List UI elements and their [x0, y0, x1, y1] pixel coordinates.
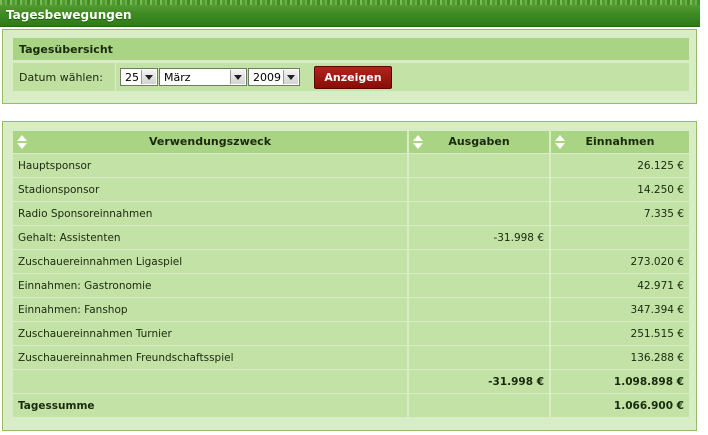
table-row: Radio Sponsoreinnahmen 7.335 € — [13, 201, 689, 226]
totals-income-cell: 1.098.898 € — [550, 369, 689, 394]
chevron-down-icon[interactable] — [230, 70, 245, 84]
purpose-cell: Stadionsponsor — [13, 177, 409, 202]
overview-panel-header: Tagesübersicht — [13, 38, 689, 60]
expenses-cell — [408, 201, 551, 226]
day-sum-label: Tagessumme — [13, 393, 409, 417]
date-select-row: Datum wählen: 25 März 2009 Anzeigen — [13, 63, 689, 91]
chevron-down-icon[interactable] — [283, 70, 298, 84]
date-label: Datum wählen: — [19, 71, 103, 84]
table-header-row: Verwendungszweck Ausgaben Einnahmen — [13, 131, 689, 154]
year-select-value: 2009 — [253, 71, 281, 84]
income-cell: 273.020 € — [550, 249, 689, 274]
month-select-value: März — [164, 71, 191, 84]
totals-expenses-cell: -31.998 € — [408, 369, 551, 394]
income-cell: 347.394 € — [550, 297, 689, 322]
day-sum-expenses-cell — [408, 393, 551, 417]
chevron-down-icon[interactable] — [141, 70, 156, 84]
purpose-cell: Zuschauereinnahmen Ligaspiel — [13, 249, 409, 274]
column-header-label: Ausgaben — [448, 135, 510, 148]
year-select[interactable]: 2009 — [248, 68, 300, 86]
table-row: Gehalt: Assistenten -31.998 € — [13, 225, 689, 250]
table-row: Zuschauereinnahmen Freundschaftsspiel 13… — [13, 345, 689, 370]
purpose-cell: Hauptsponsor — [13, 153, 409, 178]
day-select[interactable]: 25 — [120, 68, 158, 86]
column-header-expenses[interactable]: Ausgaben — [408, 131, 551, 154]
column-header-purpose[interactable]: Verwendungszweck — [13, 131, 409, 154]
income-cell: 7.335 € — [550, 201, 689, 226]
purpose-cell: Einnahmen: Fanshop — [13, 297, 409, 322]
show-button[interactable]: Anzeigen — [314, 66, 392, 89]
column-header-label: Verwendungszweck — [148, 135, 272, 148]
purpose-cell: Zuschauereinnahmen Freundschaftsspiel — [13, 345, 409, 370]
income-cell: 251.515 € — [550, 321, 689, 346]
income-cell: 14.250 € — [550, 177, 689, 202]
totals-purpose-cell — [13, 369, 409, 394]
expenses-cell — [408, 297, 551, 322]
column-header-label: Einnahmen — [585, 135, 655, 148]
expenses-cell: -31.998 € — [408, 225, 551, 250]
purpose-cell: Gehalt: Assistenten — [13, 225, 409, 250]
transactions-panel: Verwendungszweck Ausgaben Einnahmen Haup… — [2, 121, 697, 431]
expenses-cell — [408, 345, 551, 370]
table-row: Hauptsponsor 26.125 € — [13, 153, 689, 178]
table-row: Einnahmen: Gastronomie 42.971 € — [13, 273, 689, 298]
expenses-cell — [408, 249, 551, 274]
sort-icon[interactable] — [413, 134, 423, 150]
table-row: Einnahmen: Fanshop 347.394 € — [13, 297, 689, 322]
sort-icon[interactable] — [17, 134, 27, 150]
sort-icon[interactable] — [555, 134, 565, 150]
income-cell: 26.125 € — [550, 153, 689, 178]
page-edge — [700, 0, 708, 435]
expenses-cell — [408, 177, 551, 202]
header-bar: Tagesbewegungen — [0, 0, 700, 27]
day-sum-row: Tagessumme 1.066.900 € — [13, 393, 689, 417]
column-header-income[interactable]: Einnahmen — [550, 131, 689, 154]
page-title: Tagesbewegungen — [6, 8, 132, 22]
income-cell — [550, 225, 689, 250]
income-cell: 136.288 € — [550, 345, 689, 370]
month-select[interactable]: März — [159, 68, 247, 86]
day-sum-income-cell: 1.066.900 € — [550, 393, 689, 417]
expenses-cell — [408, 153, 551, 178]
day-select-value: 25 — [125, 71, 139, 84]
grass-decoration — [0, 0, 700, 5]
totals-row: -31.998 € 1.098.898 € — [13, 369, 689, 394]
overview-panel: Tagesübersicht Datum wählen: 25 März 200… — [2, 29, 697, 104]
income-cell: 42.971 € — [550, 273, 689, 298]
expenses-cell — [408, 273, 551, 298]
date-label-cell: Datum wählen: — [13, 63, 116, 91]
table-row: Zuschauereinnahmen Turnier 251.515 € — [13, 321, 689, 346]
table-row: Zuschauereinnahmen Ligaspiel 273.020 € — [13, 249, 689, 274]
purpose-cell: Radio Sponsoreinnahmen — [13, 201, 409, 226]
expenses-cell — [408, 321, 551, 346]
table-row: Stadionsponsor 14.250 € — [13, 177, 689, 202]
purpose-cell: Einnahmen: Gastronomie — [13, 273, 409, 298]
transactions-table: Verwendungszweck Ausgaben Einnahmen Haup… — [13, 131, 689, 417]
overview-title: Tagesübersicht — [19, 43, 113, 56]
purpose-cell: Zuschauereinnahmen Turnier — [13, 321, 409, 346]
